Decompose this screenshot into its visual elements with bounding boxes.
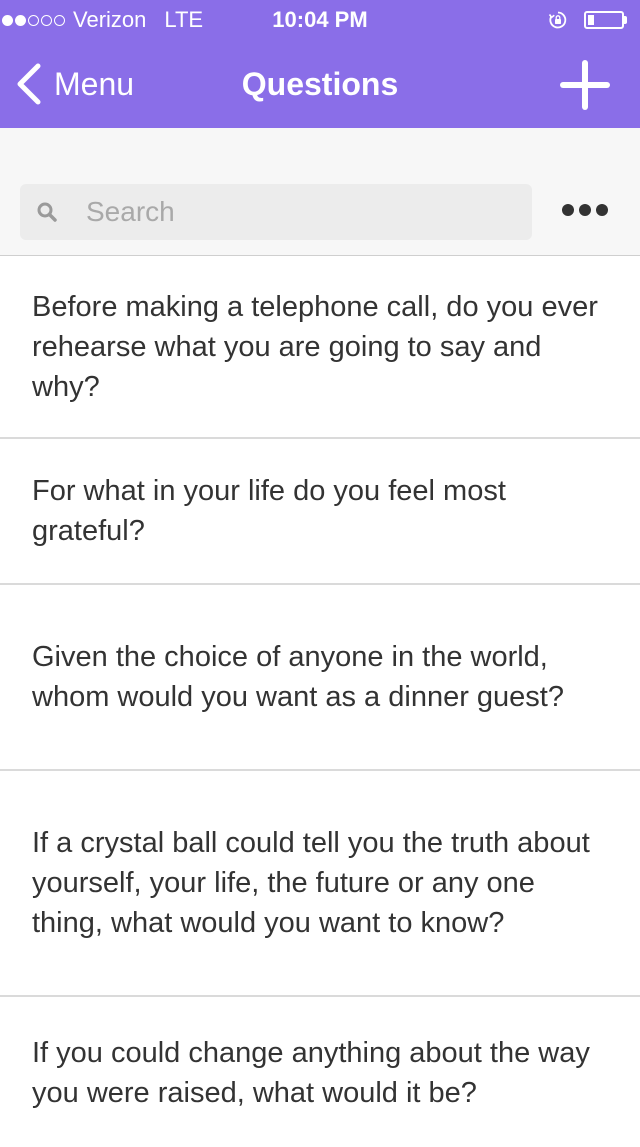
status-bar: Verizon LTE 10:04 PM <box>0 0 640 40</box>
question-text: For what in your life do you feel most g… <box>32 475 506 547</box>
status-icons <box>548 8 630 32</box>
question-text: Before making a telephone call, do you e… <box>32 290 598 403</box>
question-item[interactable]: Given the choice of anyone in the world,… <box>0 585 640 771</box>
rotation-lock-icon <box>548 11 567 29</box>
navigation-bar: Menu Questions <box>0 40 640 128</box>
question-item[interactable]: Before making a telephone call, do you e… <box>0 256 640 439</box>
question-item[interactable]: If a crystal ball could tell you the tru… <box>0 771 640 997</box>
search-field[interactable] <box>20 184 532 240</box>
battery-icon <box>584 10 630 30</box>
plus-icon <box>560 60 610 110</box>
more-dots-icon <box>596 204 608 216</box>
question-text: If you could change anything about the w… <box>32 1037 590 1109</box>
more-dots-icon <box>562 204 574 216</box>
battery-level <box>588 15 595 25</box>
page-title: Questions <box>241 66 399 102</box>
search-input[interactable] <box>86 196 486 228</box>
more-options-button[interactable] <box>562 204 613 216</box>
search-bar <box>0 128 640 256</box>
back-button-label: Menu <box>54 65 135 102</box>
question-item[interactable]: For what in your life do you feel most g… <box>0 439 640 585</box>
menu-back-button[interactable]: Menu <box>14 60 134 108</box>
questions-list: Before making a telephone call, do you e… <box>0 256 640 1147</box>
status-time: 10:04 PM <box>272 7 368 32</box>
add-question-button[interactable] <box>560 60 610 110</box>
question-text: If a crystal ball could tell you the tru… <box>32 827 590 939</box>
chevron-left-icon <box>17 63 41 105</box>
question-item[interactable]: If you could change anything about the w… <box>0 997 640 1147</box>
search-icon <box>37 202 57 222</box>
question-text: Given the choice of anyone in the world,… <box>32 641 564 713</box>
more-dots-icon <box>579 204 591 216</box>
